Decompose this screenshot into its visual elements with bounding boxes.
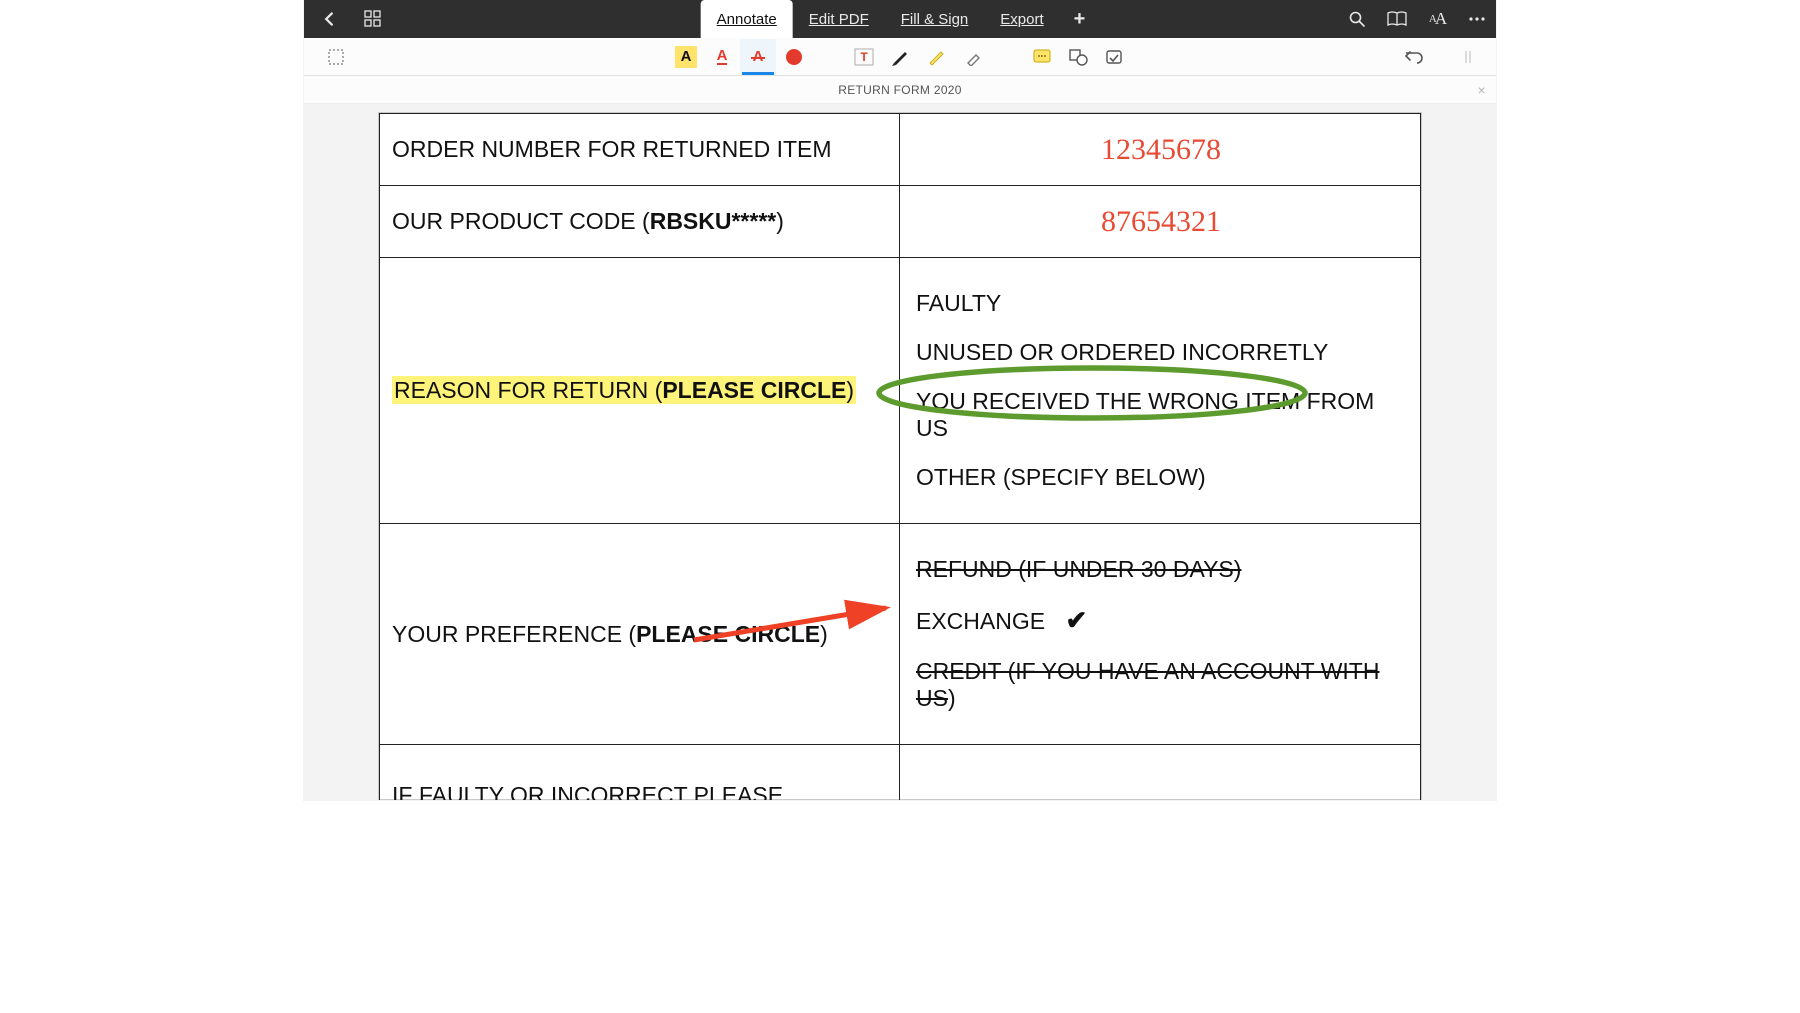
tab-annotate-label: Annotate: [717, 11, 777, 28]
note-tool[interactable]: [1024, 39, 1060, 75]
details-label: IF FAULTY OR INCORRECT PLEASE PROVIDE DE…: [380, 745, 900, 801]
document-title: RETURN FORM 2020: [838, 83, 962, 97]
reason-option-faulty: FAULTY: [916, 290, 1410, 317]
close-document-icon[interactable]: ×: [1478, 82, 1486, 98]
tab-edit-pdf[interactable]: Edit PDF: [793, 0, 885, 38]
document-tab-bar: RETURN FORM 2020 ×: [304, 76, 1496, 104]
strikethrough-tool[interactable]: A: [740, 39, 776, 75]
highlighter-pen-tool[interactable]: [918, 39, 954, 75]
pref-option-refund[interactable]: REFUND (IF UNDER 30 DAYS): [916, 556, 1410, 583]
reason-label: REASON FOR RETURN (PLEASE CIRCLE): [380, 258, 900, 524]
circle-annotation[interactable]: [872, 364, 1312, 422]
pdf-page[interactable]: ORDER NUMBER FOR RETURNED ITEM 12345678 …: [378, 112, 1422, 800]
pref-option-credit[interactable]: CREDIT (IF YOU HAVE AN ACCOUNT WITH US): [916, 658, 1410, 712]
product-code-value-cell: 87654321: [900, 186, 1421, 258]
shape-tool[interactable]: [1060, 39, 1096, 75]
mode-tabs: Annotate Edit PDF Fill & Sign Export +: [701, 0, 1100, 38]
preference-label: YOUR PREFERENCE (PLEASE CIRCLE): [380, 524, 900, 745]
tab-fill-sign[interactable]: Fill & Sign: [885, 0, 985, 38]
redo-icon[interactable]: [1450, 39, 1486, 75]
more-icon[interactable]: [1466, 8, 1488, 30]
selection-tool-icon[interactable]: [318, 39, 354, 75]
search-icon[interactable]: [1346, 8, 1368, 30]
stamp-tool[interactable]: [1096, 39, 1132, 75]
thumbnails-icon[interactable]: [362, 8, 384, 30]
details-value-cell: [900, 745, 1421, 801]
reason-option-other: OTHER (SPECIFY BELOW): [916, 464, 1410, 491]
tab-annotate[interactable]: Annotate: [701, 0, 793, 38]
highlight-tool[interactable]: A: [668, 39, 704, 75]
preference-options-cell: REFUND (IF UNDER 30 DAYS) EXCHANGE ✔ CRE…: [900, 524, 1421, 745]
color-dot-tool[interactable]: [776, 39, 812, 75]
product-code-value[interactable]: 87654321: [1101, 205, 1221, 238]
checkmark-annotation[interactable]: ✔: [1065, 605, 1087, 635]
annotation-toolbar: A A A T: [304, 38, 1496, 76]
back-icon[interactable]: [318, 8, 340, 30]
svg-text:T: T: [860, 50, 868, 64]
tab-edit-pdf-label: Edit PDF: [809, 11, 869, 28]
text-size-icon[interactable]: AA: [1426, 8, 1448, 30]
underline-tool[interactable]: A: [704, 39, 740, 75]
return-form-table: ORDER NUMBER FOR RETURNED ITEM 12345678 …: [379, 113, 1421, 800]
tab-export-label: Export: [1000, 11, 1043, 28]
book-view-icon[interactable]: [1386, 8, 1408, 30]
eraser-tool[interactable]: [954, 39, 990, 75]
pen-tool[interactable]: [882, 39, 918, 75]
undo-icon[interactable]: [1396, 39, 1432, 75]
arrow-annotation[interactable]: [686, 594, 906, 648]
plus-icon: +: [1074, 8, 1086, 31]
app-window: Annotate Edit PDF Fill & Sign Export + A…: [304, 0, 1496, 800]
pref-option-exchange: EXCHANGE ✔: [916, 605, 1410, 636]
tab-export[interactable]: Export: [984, 0, 1059, 38]
text-markup-tools: A A A: [668, 39, 812, 75]
reason-option-unused: UNUSED OR ORDERED INCORRETLY: [916, 339, 1410, 366]
highlight-annotation[interactable]: REASON FOR RETURN (PLEASE CIRCLE): [392, 376, 856, 404]
order-number-value[interactable]: 12345678: [1101, 133, 1221, 166]
document-area[interactable]: ORDER NUMBER FOR RETURNED ITEM 12345678 …: [304, 104, 1496, 800]
tab-fill-sign-label: Fill & Sign: [901, 11, 969, 28]
reason-options-cell: FAULTY UNUSED OR ORDERED INCORRETLY YOU …: [900, 258, 1421, 524]
order-number-value-cell: 12345678: [900, 114, 1421, 186]
top-toolbar: Annotate Edit PDF Fill & Sign Export + A…: [304, 0, 1496, 38]
order-number-label: ORDER NUMBER FOR RETURNED ITEM: [380, 114, 900, 186]
tab-add[interactable]: +: [1060, 0, 1100, 38]
text-box-tool[interactable]: T: [846, 39, 882, 75]
product-code-label: OUR PRODUCT CODE (RBSKU*****): [380, 186, 900, 258]
